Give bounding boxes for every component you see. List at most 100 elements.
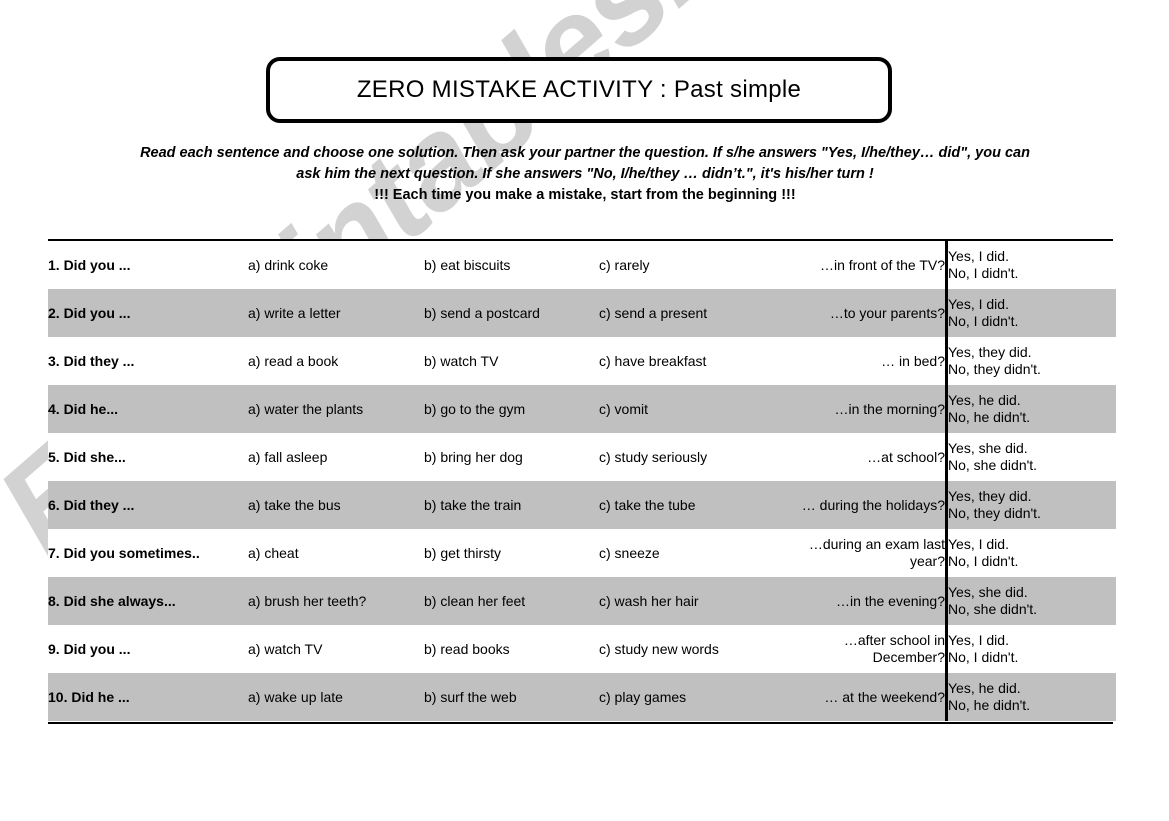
question-ending[interactable]: …after school in December? (777, 625, 947, 673)
question-ending[interactable]: …in front of the TV? (777, 241, 947, 289)
answer-affirmative: Yes, he did. (948, 680, 1021, 696)
activity-table: 1. Did you ... a) drink coke b) eat biscui… (48, 241, 1116, 721)
table-row: 8. Did she always... a) brush her teeth? b… (48, 577, 1116, 625)
question-prompt: 9. Did you ... (48, 625, 248, 673)
table-bottom-rule (48, 722, 1113, 724)
answer-negative: No, he didn't. (948, 697, 1031, 713)
question-ending[interactable]: … during the holidays? (777, 481, 947, 529)
question-prompt: 6. Did they ... (48, 481, 248, 529)
answer-cell: Yes, they did. No, they didn't. (945, 337, 1116, 385)
option-b[interactable]: b) go to the gym (424, 385, 599, 433)
question-prompt: 5. Did she... (48, 433, 248, 481)
question-prompt: 7. Did you sometimes.. (48, 529, 248, 577)
answer-cell: Yes, I did. No, I didn't. (945, 625, 1116, 673)
table-row: 9. Did you ... a) watch TV b) read books c)… (48, 625, 1116, 673)
answer-cell: Yes, I did. No, I didn't. (945, 289, 1116, 337)
option-b[interactable]: b) read books (424, 625, 599, 673)
option-b[interactable]: b) eat biscuits (424, 241, 599, 289)
answer-affirmative: Yes, she did. (948, 584, 1028, 600)
question-prompt: 10. Did he ... (48, 673, 248, 721)
option-c[interactable]: c) take the tube (599, 481, 777, 529)
answer-negative: No, I didn't. (948, 313, 1019, 329)
option-a[interactable]: a) watch TV (248, 625, 424, 673)
answer-affirmative: Yes, I did. (948, 248, 1009, 264)
answer-affirmative: Yes, she did. (948, 440, 1028, 456)
answer-affirmative: Yes, I did. (948, 536, 1009, 552)
instructions-line-3: !!! Each time you make a mistake, start … (374, 187, 796, 203)
answer-negative: No, they didn't. (948, 361, 1041, 377)
question-prompt: 2. Did you ... (48, 289, 248, 337)
option-c[interactable]: c) wash her hair (599, 577, 777, 625)
table-row: 10. Did he ... a) wake up late b) surf the… (48, 673, 1116, 721)
table-row: 6. Did they ... a) take the bus b) take th… (48, 481, 1116, 529)
answer-cell: Yes, they did. No, they didn't. (945, 481, 1116, 529)
question-prompt: 8. Did she always... (48, 577, 248, 625)
answer-negative: No, I didn't. (948, 649, 1019, 665)
option-b[interactable]: b) surf the web (424, 673, 599, 721)
answer-negative: No, I didn't. (948, 553, 1019, 569)
answer-cell: Yes, he did. No, he didn't. (945, 673, 1116, 721)
answer-negative: No, he didn't. (948, 409, 1031, 425)
option-b[interactable]: b) get thirsty (424, 529, 599, 577)
answer-negative: No, she didn't. (948, 601, 1038, 617)
title-box: ZERO MISTAKE ACTIVITY : Past simple (266, 57, 892, 123)
option-b[interactable]: b) take the train (424, 481, 599, 529)
answer-cell: Yes, I did. No, I didn't. (945, 241, 1116, 289)
question-ending[interactable]: …in the morning? (777, 385, 947, 433)
option-c[interactable]: c) sneeze (599, 529, 777, 577)
table-row: 2. Did you ... a) write a letter b) send a… (48, 289, 1116, 337)
question-ending[interactable]: …at school? (777, 433, 947, 481)
table-row: 5. Did she... a) fall asleep b) bring her … (48, 433, 1116, 481)
option-c[interactable]: c) study new words (599, 625, 777, 673)
option-c[interactable]: c) study seriously (599, 433, 777, 481)
table-row: 1. Did you ... a) drink coke b) eat biscui… (48, 241, 1116, 289)
option-a[interactable]: a) wake up late (248, 673, 424, 721)
answer-cell: Yes, she did. No, she didn't. (945, 577, 1116, 625)
answer-cell: Yes, she did. No, she didn't. (945, 433, 1116, 481)
instructions-line-2: ask him the next question. If she answer… (296, 166, 874, 182)
question-prompt: 4. Did he... (48, 385, 248, 433)
answer-cell: Yes, he did. No, he didn't. (945, 385, 1116, 433)
question-ending[interactable]: … in bed? (777, 337, 947, 385)
option-c[interactable]: c) rarely (599, 241, 777, 289)
option-c[interactable]: c) play games (599, 673, 777, 721)
question-ending[interactable]: … at the weekend? (777, 673, 947, 721)
option-b[interactable]: b) clean her feet (424, 577, 599, 625)
instructions: Read each sentence and choose one soluti… (62, 143, 1108, 206)
option-a[interactable]: a) write a letter (248, 289, 424, 337)
table-top-rule (48, 239, 1113, 241)
answer-affirmative: Yes, he did. (948, 392, 1021, 408)
answer-cell: Yes, I did. No, I didn't. (945, 529, 1116, 577)
option-b[interactable]: b) watch TV (424, 337, 599, 385)
answer-negative: No, she didn't. (948, 457, 1038, 473)
option-a[interactable]: a) brush her teeth? (248, 577, 424, 625)
option-b[interactable]: b) send a postcard (424, 289, 599, 337)
option-b[interactable]: b) bring her dog (424, 433, 599, 481)
question-prompt: 3. Did they ... (48, 337, 248, 385)
table-row: 4. Did he... a) water the plants b) go to … (48, 385, 1116, 433)
question-ending[interactable]: …to your parents? (777, 289, 947, 337)
option-a[interactable]: a) fall asleep (248, 433, 424, 481)
table-body: 1. Did you ... a) drink coke b) eat biscui… (48, 241, 1116, 721)
question-prompt: 1. Did you ... (48, 241, 248, 289)
question-ending[interactable]: …in the evening? (777, 577, 947, 625)
instructions-line-1: Read each sentence and choose one soluti… (140, 145, 1030, 161)
question-ending[interactable]: …during an exam last year? (777, 529, 947, 577)
table-row: 7. Did you sometimes.. a) cheat b) get thi… (48, 529, 1116, 577)
option-a[interactable]: a) cheat (248, 529, 424, 577)
page-title: ZERO MISTAKE ACTIVITY : Past simple (356, 76, 802, 103)
option-a[interactable]: a) read a book (248, 337, 424, 385)
option-c[interactable]: c) vomit (599, 385, 777, 433)
answer-negative: No, they didn't. (948, 505, 1041, 521)
answer-negative: No, I didn't. (948, 265, 1019, 281)
option-c[interactable]: c) send a present (599, 289, 777, 337)
answer-affirmative: Yes, I did. (948, 632, 1009, 648)
option-c[interactable]: c) have breakfast (599, 337, 777, 385)
answer-affirmative: Yes, I did. (948, 296, 1009, 312)
answer-affirmative: Yes, they did. (948, 488, 1032, 504)
option-a[interactable]: a) take the bus (248, 481, 424, 529)
table-row: 3. Did they ... a) read a book b) watch TV… (48, 337, 1116, 385)
option-a[interactable]: a) water the plants (248, 385, 424, 433)
answer-affirmative: Yes, they did. (948, 344, 1032, 360)
option-a[interactable]: a) drink coke (248, 241, 424, 289)
